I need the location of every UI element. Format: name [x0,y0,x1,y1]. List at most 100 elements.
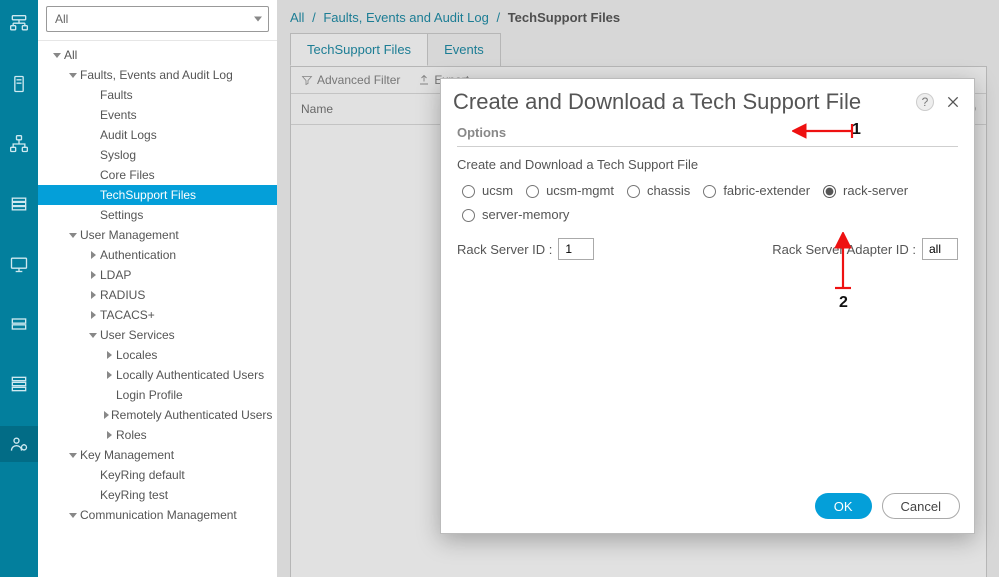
caret-right-icon [104,411,109,419]
rail-admin-icon[interactable] [0,426,38,462]
tree-node-remote-auth-users[interactable]: Remotely Authenticated Users [38,405,277,425]
nav-filter-row: All [38,0,277,41]
dialog-body: Options Create and Download a Tech Suppo… [441,121,974,483]
nav-filter-value: All [55,12,68,26]
tree-label: Login Profile [116,388,183,402]
caret-down-icon [69,73,77,78]
caret-right-icon [91,291,96,299]
tree-node-radius[interactable]: RADIUS [38,285,277,305]
tree-node-key-mgmt[interactable]: Key Management [38,445,277,465]
radio-chassis[interactable]: chassis [622,182,690,198]
radio-fabric-extender[interactable]: fabric-extender [698,182,810,198]
rack-server-id-input[interactable] [558,238,594,260]
tree-node-keyring-default[interactable]: KeyRing default [38,465,277,485]
tree-node-login-profile[interactable]: Login Profile [38,385,277,405]
radio-rack-server[interactable]: rack-server [818,182,908,198]
rack-adapter-id-input[interactable] [922,238,958,260]
stack2-icon [9,314,29,334]
tree-label: KeyRing default [100,468,185,482]
radio-ucsm-input[interactable] [462,185,475,198]
ok-button[interactable]: OK [815,493,872,519]
tree-label: Audit Logs [100,128,157,142]
caret-right-icon [107,351,112,359]
stack3-icon [9,374,29,394]
caret-down-icon [69,453,77,458]
tree-node-core-files[interactable]: Core Files [38,165,277,185]
rail-network-icon[interactable] [0,126,38,162]
dialog-section-label: Options [457,125,958,146]
tree-node-locales[interactable]: Locales [38,345,277,365]
tree-node-user-services[interactable]: User Services [38,325,277,345]
dialog-help-button[interactable]: ? [916,93,934,111]
radio-ucsm-mgmt[interactable]: ucsm-mgmt [521,182,614,198]
tree-label: Faults, Events and Audit Log [80,68,233,82]
tree-node-events[interactable]: Events [38,105,277,125]
radio-ucsm-mgmt-input[interactable] [526,185,539,198]
tree-label: LDAP [100,268,131,282]
tree-node-techsupport[interactable]: TechSupport Files [38,185,277,205]
tree-node-local-auth-users[interactable]: Locally Authenticated Users [38,365,277,385]
admin-icon [9,434,29,454]
tree-label: Locales [116,348,157,362]
caret-down-icon [69,513,77,518]
radio-chassis-input[interactable] [627,185,640,198]
radio-label: fabric-extender [723,183,810,198]
radio-server-memory[interactable]: server-memory [457,206,569,222]
caret-right-icon [91,271,96,279]
tree-label: Core Files [100,168,155,182]
storage-icon [9,194,29,214]
topology-icon [9,14,29,34]
server-icon [9,74,29,94]
rail-stack3-icon[interactable] [0,366,38,402]
tree-label: Communication Management [80,508,237,522]
radio-fabric-extender-input[interactable] [703,185,716,198]
caret-down-icon [89,333,97,338]
dialog-divider [457,146,958,147]
rail-server-icon[interactable] [0,66,38,102]
navigation-tree-panel: All All Faults, Events and Audit Log Fau… [38,0,278,577]
rail-storage-icon[interactable] [0,186,38,222]
nav-filter-select[interactable]: All [46,6,269,32]
tree-node-syslog[interactable]: Syslog [38,145,277,165]
tree-label: User Management [80,228,179,242]
tree-label: TechSupport Files [100,188,196,202]
tree-node-user-mgmt[interactable]: User Management [38,225,277,245]
radio-rack-server-input[interactable] [823,185,836,198]
radio-server-memory-input[interactable] [462,209,475,222]
radio-ucsm[interactable]: ucsm [457,182,513,198]
tree-node-roles[interactable]: Roles [38,425,277,445]
chevron-down-icon [254,17,262,22]
tree-label: RADIUS [100,288,145,302]
rail-topology-icon[interactable] [0,6,38,42]
radio-label: rack-server [843,183,908,198]
tree-node-keyring-test[interactable]: KeyRing test [38,485,277,505]
rail-stack2-icon[interactable] [0,306,38,342]
cancel-button[interactable]: Cancel [882,493,960,519]
tree-node-all[interactable]: All [38,45,277,65]
tree-label: Locally Authenticated Users [116,368,264,382]
dialog-close-button[interactable] [944,93,962,111]
tree-node-faults[interactable]: Faults [38,85,277,105]
tree-node-audit-logs[interactable]: Audit Logs [38,125,277,145]
tree-label: Key Management [80,448,174,462]
network-icon [9,134,29,154]
caret-down-icon [69,233,77,238]
tree-node-authentication[interactable]: Authentication [38,245,277,265]
monitor-icon [9,254,29,274]
tree-node-ldap[interactable]: LDAP [38,265,277,285]
dialog-title: Create and Download a Tech Support File [453,89,916,115]
tree-label: Syslog [100,148,136,162]
tree-label: All [64,48,77,62]
tree-label: Faults [100,88,133,102]
tree-node-faults-group[interactable]: Faults, Events and Audit Log [38,65,277,85]
radio-label: ucsm [482,183,513,198]
tree-node-comm-mgmt[interactable]: Communication Management [38,505,277,525]
rail-monitor-icon[interactable] [0,246,38,282]
tree-node-settings[interactable]: Settings [38,205,277,225]
tree-node-tacacs[interactable]: TACACS+ [38,305,277,325]
close-icon [945,94,961,110]
radio-label: ucsm-mgmt [546,183,614,198]
tree-label: Events [100,108,137,122]
rack-server-id-label: Rack Server ID : [457,242,552,257]
caret-right-icon [107,371,112,379]
